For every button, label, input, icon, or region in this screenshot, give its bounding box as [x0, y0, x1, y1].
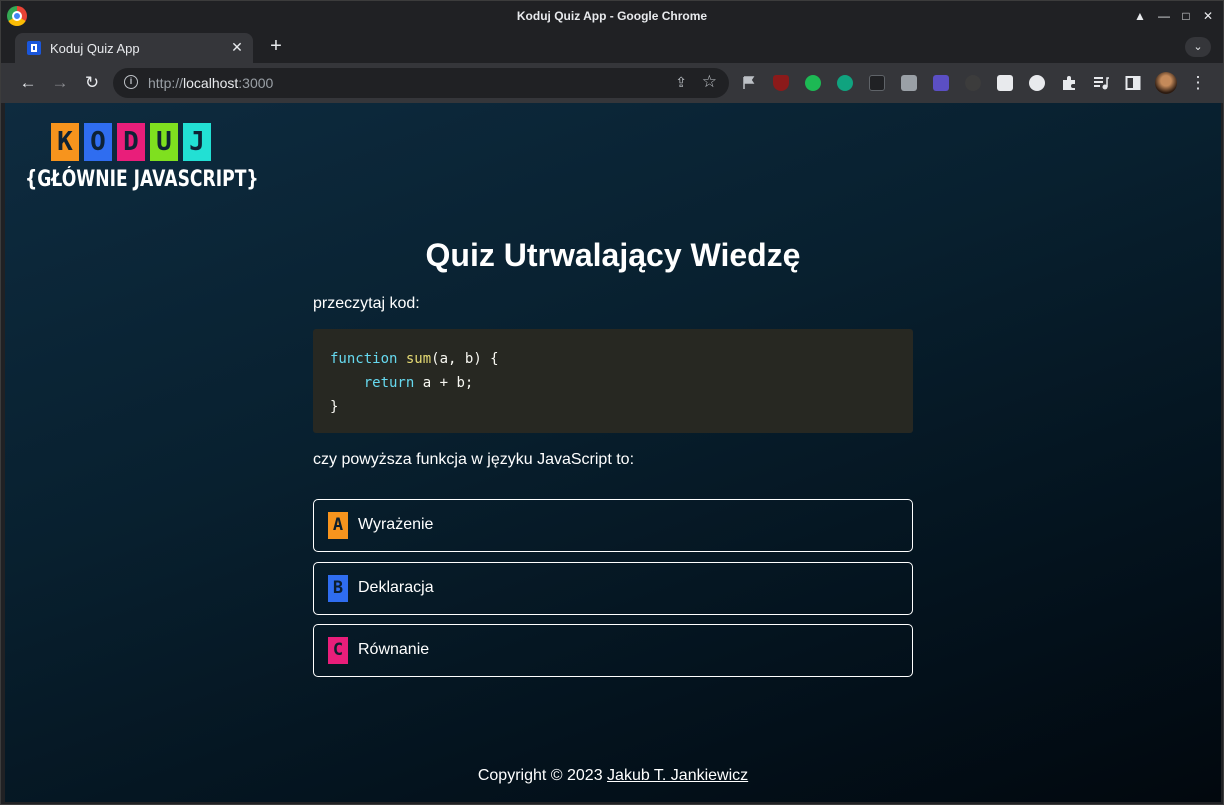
title-bar: Koduj Quiz App - Google Chrome ▲ — □ ✕	[1, 1, 1223, 31]
answer-option-a[interactable]: A Wyrażenie	[313, 499, 913, 552]
flag-extension-icon[interactable]	[741, 75, 757, 91]
window-minimize-button[interactable]: —	[1155, 7, 1173, 25]
grammar-extension-icon[interactable]	[837, 75, 853, 91]
media-controls-icon[interactable]	[1093, 75, 1109, 91]
logo-letter-k: K	[51, 123, 79, 161]
reload-button[interactable]: ↻	[81, 72, 103, 94]
profile-avatar[interactable]	[1155, 72, 1177, 94]
tab-strip: Koduj Quiz App ✕ + ⌄	[1, 31, 1223, 63]
code-function-name: sum	[405, 351, 432, 367]
address-bar[interactable]: i http://localhost:3000 ⇪ ☆	[113, 68, 729, 98]
answer-letter-c-icon: C	[328, 637, 348, 664]
back-button[interactable]: ←	[17, 72, 39, 94]
tab-search-button[interactable]: ⌄	[1185, 37, 1211, 57]
tab-koduj-quiz-app[interactable]: Koduj Quiz App ✕	[15, 33, 253, 63]
url-host: localhost	[183, 75, 239, 91]
notes-extension-icon[interactable]	[933, 75, 949, 91]
code-line3: }	[330, 399, 339, 415]
window-title: Koduj Quiz App - Google Chrome	[516, 9, 708, 23]
code-line2-rest: a + b;	[414, 375, 474, 391]
new-tab-button[interactable]: +	[265, 35, 287, 58]
quiz-intro: przeczytaj kod:	[313, 295, 420, 312]
window-maximize-button[interactable]: □	[1177, 7, 1195, 25]
browser-toolbar: ← → ↻ i http://localhost:3000 ⇪ ☆ off	[1, 63, 1223, 157]
code-keyword-function: function	[330, 351, 398, 367]
koduj-logo[interactable]: K O D U J {GŁÓWNIE JAVASCRIPT}	[25, 123, 259, 203]
window-close-button[interactable]: ✕	[1199, 7, 1217, 25]
ublock-extension-icon[interactable]	[773, 75, 789, 91]
chrome-menu-button[interactable]: ⋮	[1187, 72, 1209, 94]
code-line1-rest: (a, b) {	[431, 351, 499, 367]
answer-option-b[interactable]: B Deklaracja	[313, 562, 913, 615]
site-info-icon[interactable]: i	[124, 75, 138, 89]
extensions-puzzle-icon[interactable]	[1061, 75, 1077, 91]
copyright-text: Copyright © 2023	[477, 767, 608, 784]
logo-letter-d: D	[117, 123, 145, 161]
answer-label: Równanie	[358, 641, 430, 658]
page-viewport: K O D U J {GŁÓWNIE JAVASCRIPT} Quiz Utrw…	[5, 103, 1221, 802]
page-footer: Copyright © 2023 Jakub T. Jankiewicz	[5, 767, 1221, 785]
logo-letter-o: O	[84, 123, 112, 161]
rm-extension-icon[interactable]	[1029, 75, 1045, 91]
answer-label: Deklaracja	[358, 579, 434, 596]
list-extension-icon[interactable]	[997, 75, 1013, 91]
answer-letter-a-icon: A	[328, 512, 348, 539]
bookmark-star-icon[interactable]: ☆	[702, 72, 717, 92]
quiz-question: czy powyższa funkcja w języku JavaScript…	[313, 451, 635, 468]
side-panel-icon[interactable]	[1125, 75, 1141, 91]
forward-button[interactable]: →	[49, 72, 71, 94]
keyboard-extension-icon[interactable]	[869, 75, 885, 91]
url-scheme: http://	[148, 75, 184, 91]
spotify-extension-icon[interactable]	[805, 75, 821, 91]
share-icon[interactable]: ⇪	[675, 74, 687, 91]
logo-letter-j: J	[183, 123, 211, 161]
logo-letters: K O D U J	[51, 123, 211, 161]
url-port: :3000	[238, 75, 274, 91]
browser-window: Koduj Quiz App - Google Chrome ▲ — □ ✕ K…	[0, 0, 1224, 805]
url-text[interactable]: http://localhost:3000	[148, 75, 273, 91]
answer-option-c[interactable]: C Równanie	[313, 624, 913, 677]
code-block: function sum(a, b) { return a + b; }	[313, 329, 913, 433]
logo-subtitle: {GŁÓWNIE JAVASCRIPT}	[25, 167, 259, 192]
koduj-favicon-icon	[27, 41, 41, 55]
code-keyword-return: return	[363, 375, 415, 391]
tab-title: Koduj Quiz App	[50, 41, 140, 56]
camera-extension-icon[interactable]	[901, 75, 917, 91]
answer-label: Wyrażenie	[358, 516, 434, 533]
record-extension-icon[interactable]	[965, 75, 981, 91]
page-title: Quiz Utrwalający Wiedzę	[425, 237, 801, 273]
logo-letter-u: U	[150, 123, 178, 161]
tab-close-icon[interactable]: ✕	[229, 39, 245, 56]
author-link[interactable]: Jakub T. Jankiewicz	[607, 767, 748, 784]
answer-letter-b-icon: B	[328, 575, 348, 602]
window-shade-button[interactable]: ▲	[1131, 7, 1149, 25]
